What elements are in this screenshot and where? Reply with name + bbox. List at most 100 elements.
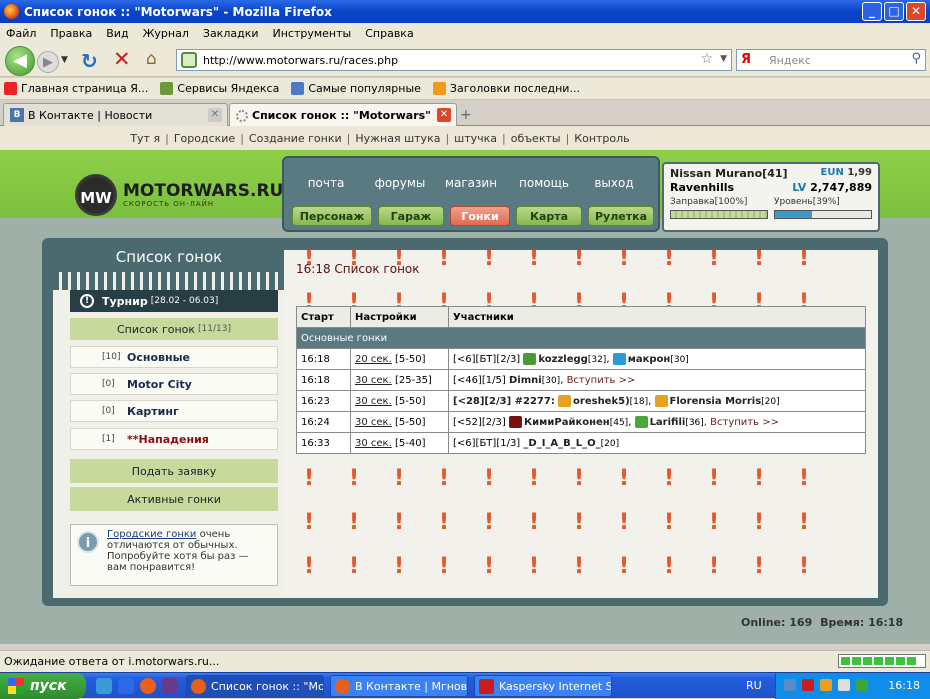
home-button[interactable]: ⌂ (146, 49, 157, 69)
reload-button[interactable]: ↻ (81, 49, 98, 73)
close-window-button[interactable]: ✕ (906, 2, 926, 21)
menu-file[interactable]: Файл (6, 27, 36, 40)
tray-app-icon[interactable] (820, 679, 832, 691)
rss-icon (432, 82, 446, 95)
btn-races[interactable]: Гонки (450, 206, 510, 226)
menu-shop[interactable]: магазин (439, 176, 503, 190)
forward-button[interactable]: ▶ (37, 51, 59, 73)
language-indicator[interactable]: RU (746, 679, 762, 692)
minimize-button[interactable]: _ (862, 2, 882, 21)
back-button[interactable]: ◀ (5, 46, 35, 76)
sidebar-race-list[interactable]: Список гонок [11/13] (70, 318, 278, 340)
toplink-useful[interactable]: Нужная штука (355, 132, 440, 145)
menu-help[interactable]: Справка (365, 27, 413, 40)
background-pattern-mark: ! (529, 554, 540, 579)
toplink-thing[interactable]: штучка (454, 132, 497, 145)
apply-button[interactable]: Подать заявку (70, 459, 278, 483)
sidebar-tournament[interactable]: ! Турнир [28.02 - 06.03] (70, 290, 278, 312)
sidebar-item-attacks[interactable]: [1] **Нападения (70, 428, 278, 450)
background-pattern-mark: ! (439, 510, 450, 535)
task-firefox[interactable]: Список гонок :: "Mot... (186, 675, 324, 697)
player-link[interactable]: Dimni (509, 375, 542, 386)
race-time-link[interactable]: 20 сек. (355, 354, 392, 365)
task-kaspersky[interactable]: Kaspersky Internet S... (474, 675, 612, 697)
desktop-icon[interactable] (96, 678, 112, 694)
firefox-quicklaunch-icon[interactable] (140, 678, 156, 694)
player-link[interactable]: kozzlegg (538, 354, 587, 365)
bookmark-yandex-home[interactable]: Главная страница Я... (4, 82, 148, 95)
city-races-link[interactable]: Городские гонки (107, 529, 196, 540)
top-links: Тут я | Городские | Создание гонки | Нужная… (0, 126, 930, 150)
race-list-content: !!!!!!!!!!!!!!!!!!!!!!!!!!!!!!!!!!!!!!!!… (284, 250, 878, 598)
race-time-link[interactable]: 30 сек. (355, 438, 392, 449)
bookmarks-toolbar: Главная страница Я... Сервисы Яндекса Са… (0, 78, 930, 100)
tab-vkontakte[interactable]: B В Контакте | Новости ✕ (3, 103, 228, 126)
btn-character[interactable]: Персонаж (292, 206, 372, 226)
race-time-link[interactable]: 30 сек. (355, 396, 392, 407)
player-link[interactable]: КимиРайконен (524, 417, 610, 428)
history-dropdown-icon[interactable]: ▼ (61, 55, 68, 65)
antivirus-icon[interactable] (802, 679, 814, 691)
sidebar-item-main[interactable]: [10] Основные (70, 346, 278, 368)
menu-mail[interactable]: почта (294, 176, 358, 190)
toplink-here[interactable]: Тут я (130, 132, 160, 145)
background-pattern-mark: ! (709, 554, 720, 579)
player-link[interactable]: Florensia Morris (670, 396, 762, 407)
menu-forums[interactable]: форумы (368, 176, 432, 190)
background-pattern-mark: ! (484, 554, 495, 579)
start-button[interactable]: пуск (0, 673, 86, 699)
bookmark-headlines[interactable]: Заголовки последни... (432, 82, 580, 95)
player-link[interactable]: oreshek5) (573, 396, 630, 407)
url-bar[interactable]: http://www.motorwars.ru/races.php ☆ ▼ (176, 49, 732, 71)
maximize-button[interactable]: □ (884, 2, 904, 21)
background-pattern-mark: ! (619, 554, 630, 579)
sidebar-item-karting[interactable]: [0] Картинг (70, 400, 278, 422)
btn-garage[interactable]: Гараж (378, 206, 444, 226)
yandex-logo-icon[interactable]: Я (741, 52, 751, 67)
sidebar-item-motor-city[interactable]: [0] Motor City (70, 373, 278, 395)
menu-help-link[interactable]: помощь (512, 176, 576, 190)
player-link[interactable]: Larifili (650, 417, 686, 428)
new-tab-button[interactable]: + (460, 107, 472, 123)
join-race-link[interactable]: , Вступить >> (704, 417, 779, 428)
toplink-city[interactable]: Городские (174, 132, 235, 145)
player-link[interactable]: _D_I_A_B_L_O_ (523, 438, 600, 449)
toplink-objects[interactable]: объекты (511, 132, 561, 145)
toplink-control[interactable]: Контроль (574, 132, 629, 145)
volume-icon[interactable] (838, 679, 850, 691)
race-time-link[interactable]: 30 сек. (355, 417, 392, 428)
eun-balance: EUN 1,99 (820, 167, 873, 178)
join-race-link[interactable]: Вступить >> (567, 375, 636, 386)
search-box[interactable]: Я Яндекс ⚲ (736, 49, 926, 71)
bookmark-yandex-services[interactable]: Сервисы Яндекса (160, 82, 279, 95)
tab-motorwars[interactable]: Список гонок :: "Motorwars" ✕ (229, 103, 457, 127)
background-pattern-mark: ! (349, 510, 360, 535)
stop-button[interactable]: ✕ (113, 47, 131, 71)
search-icon[interactable]: ⚲ (911, 51, 921, 66)
player-link[interactable]: макрон (628, 354, 671, 365)
media-icon[interactable] (162, 678, 178, 694)
network-icon[interactable] (784, 679, 796, 691)
bookmark-popular[interactable]: Самые популярные (291, 82, 421, 95)
ie-icon[interactable] (118, 678, 134, 694)
security-icon[interactable] (856, 679, 868, 691)
menu-view[interactable]: Вид (106, 27, 128, 40)
url-dropdown-icon[interactable]: ▼ (720, 54, 727, 64)
task-vkontakte[interactable]: В Контакте | Мгнов... (330, 675, 468, 697)
btn-roulette[interactable]: Рулетка (588, 206, 654, 226)
active-races-button[interactable]: Активные гонки (70, 487, 278, 511)
menu-edit[interactable]: Правка (50, 27, 92, 40)
bookmark-star-icon[interactable]: ☆ (700, 51, 713, 67)
search-placeholder[interactable]: Яндекс (769, 54, 811, 67)
menu-exit[interactable]: выход (582, 176, 646, 190)
close-tab-icon[interactable]: ✕ (208, 108, 222, 122)
menu-tools[interactable]: Инструменты (273, 27, 352, 40)
toplink-create-race[interactable]: Создание гонки (249, 132, 342, 145)
race-time-link[interactable]: 30 сек. (355, 375, 392, 386)
close-tab-icon[interactable]: ✕ (437, 108, 451, 122)
btn-map[interactable]: Карта (516, 206, 582, 226)
menu-history[interactable]: Журнал (143, 27, 189, 40)
url-text[interactable]: http://www.motorwars.ru/races.php (203, 54, 398, 67)
menu-bookmarks[interactable]: Закладки (203, 27, 259, 40)
site-logo[interactable]: MW MOTORWARS.RU СКОРОСТЬ ОН-ЛАЙН (75, 174, 283, 216)
